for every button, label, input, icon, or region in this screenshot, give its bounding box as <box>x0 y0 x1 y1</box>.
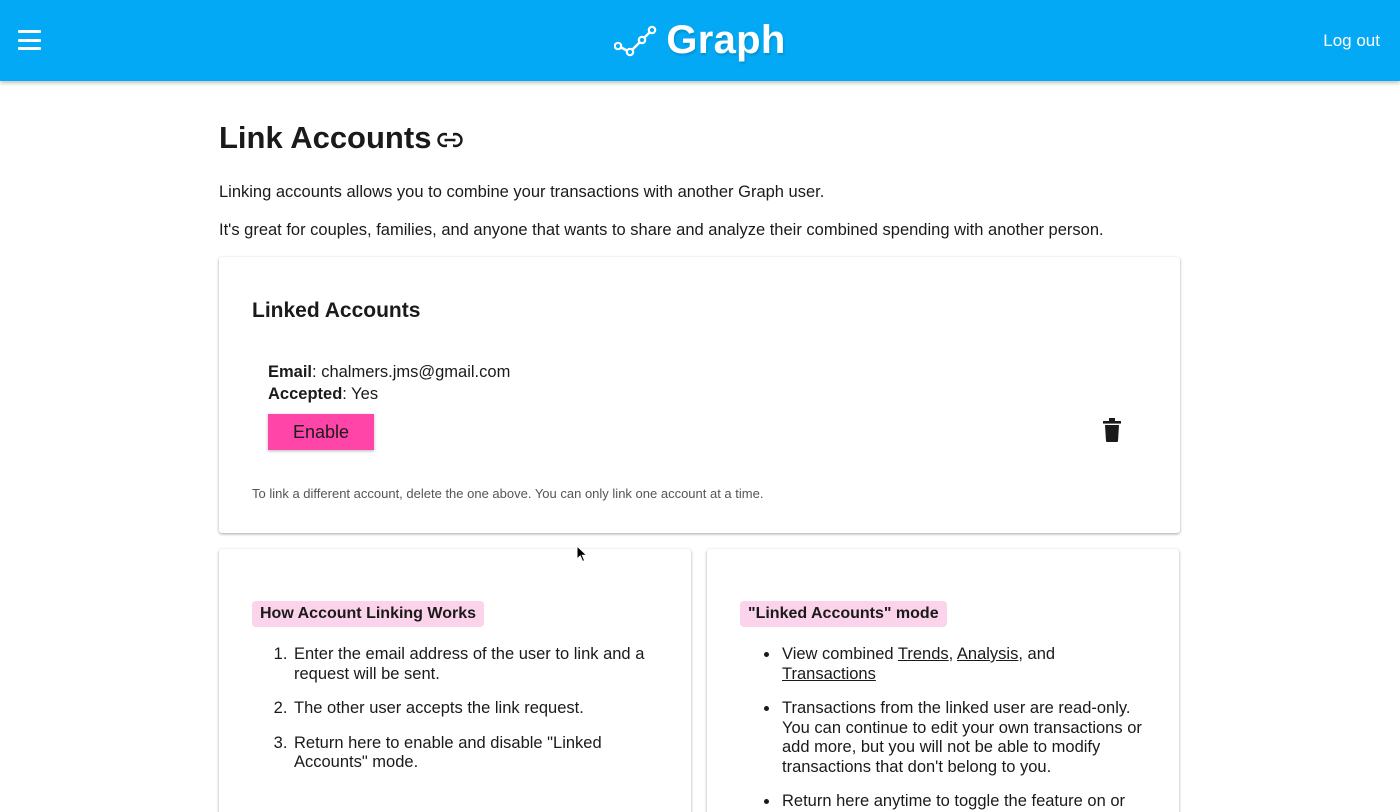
graph-line-icon <box>614 25 657 56</box>
trends-link[interactable]: Trends <box>898 645 949 663</box>
hamburger-menu-icon[interactable] <box>18 30 41 50</box>
how-linking-works-card: How Account Linking Works Enter the emai… <box>219 549 691 812</box>
separator: , <box>948 645 957 663</box>
list-item: View combined Trends, Analysis, and Tran… <box>780 645 1150 684</box>
email-row: Email: chalmers.jms@gmail.com <box>268 363 511 381</box>
email-label: Email <box>268 363 313 381</box>
intro-text: Linking accounts allows you to combine y… <box>219 183 825 201</box>
email-value: chalmers.jms@gmail.com <box>321 363 511 381</box>
linked-mode-list: View combined Trends, Analysis, and Tran… <box>780 645 1150 812</box>
brand-name: Graph <box>666 18 786 62</box>
mouse-cursor-icon <box>576 545 588 563</box>
main-content: Link Accounts Linking accounts allows yo… <box>219 120 1180 812</box>
page-title: Link Accounts <box>219 120 1180 156</box>
transactions-link[interactable]: Transactions <box>782 665 876 683</box>
list-item: Enter the email address of the user to l… <box>292 645 662 684</box>
link-note: To link a different account, delete the … <box>252 486 764 501</box>
accepted-row: Accepted: Yes <box>268 385 379 403</box>
enable-button[interactable]: Enable <box>268 414 374 450</box>
list-item: Return here anytime to toggle the featur… <box>780 792 1150 812</box>
linked-mode-card: "Linked Accounts" mode View combined Tre… <box>707 549 1179 812</box>
how-linking-works-tag: How Account Linking Works <box>252 601 485 627</box>
link-icon <box>437 132 464 148</box>
brand[interactable]: Graph <box>614 18 785 63</box>
linking-steps-list: Enter the email address of the user to l… <box>292 645 662 788</box>
linked-accounts-card: Linked Accounts Email: chalmers.jms@gmai… <box>219 257 1180 533</box>
linked-account-details: Email: chalmers.jms@gmail.com Accepted: … <box>268 361 510 405</box>
list-item: The other user accepts the link request. <box>292 699 662 719</box>
accepted-value: Yes <box>351 385 379 403</box>
page-title-text: Link Accounts <box>219 120 432 155</box>
linked-accounts-heading: Linked Accounts <box>252 299 421 322</box>
top-app-bar: Graph Log out <box>0 0 1400 81</box>
trash-icon[interactable] <box>1103 418 1121 442</box>
list-item: Return here to enable and disable "Linke… <box>292 734 662 773</box>
linked-mode-tag: "Linked Accounts" mode <box>740 601 947 627</box>
logout-button[interactable]: Log out <box>1323 31 1380 51</box>
intro-text-2: It's great for couples, families, and an… <box>219 221 1104 239</box>
list-item-text: View combined <box>782 645 898 663</box>
analysis-link[interactable]: Analysis <box>957 645 1018 663</box>
separator: , and <box>1018 645 1056 663</box>
list-item: Transactions from the linked user are re… <box>780 699 1150 777</box>
accepted-label: Accepted <box>268 385 343 403</box>
